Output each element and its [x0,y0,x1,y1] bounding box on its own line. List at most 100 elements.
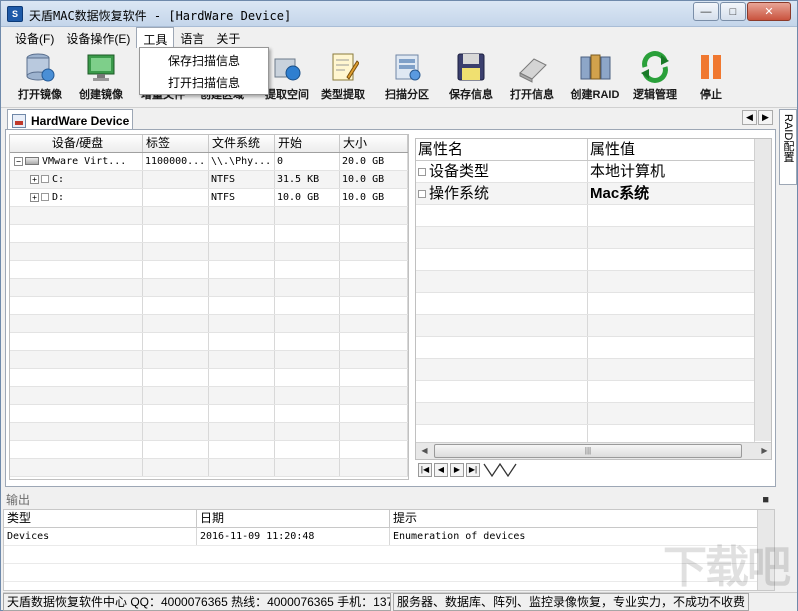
menu-tools[interactable]: 工具 [136,27,175,48]
device-name-cell: − VMware Virt... [10,153,143,170]
output-grid: 类型 日期 提示 Devices 2016-11-09 11:20:48 Enu… [3,509,775,591]
raid-icon [579,51,611,83]
empty-row [416,249,771,271]
empty-row [10,315,408,333]
property-row[interactable]: 设备类型 本地计算机 [416,161,771,183]
property-name-cell: 设备类型 [416,161,588,182]
expand-icon[interactable]: + [30,174,39,184]
scroll-left-icon[interactable]: ◀ [416,443,433,459]
hard-disk-icon [25,157,39,165]
property-vscroll[interactable] [754,139,771,441]
title-bar[interactable]: S 天盾MAC数据恢复软件 - [HardWare Device] — □ ✕ [1,1,797,27]
stop-button[interactable]: 停止 [682,51,740,105]
partition-fs: NTFS [209,171,275,188]
empty-row [10,369,408,387]
menu-about[interactable]: 关于 [210,27,246,48]
record-navigator: |◀ ◀ ▶ ▶| [418,461,518,479]
tab-raid-config[interactable]: RAID配置 [779,109,797,185]
next-record-button[interactable]: ▶ [450,463,464,477]
device-tab-icon [12,113,26,128]
partition-row[interactable]: + C: NTFS 31.5 KB 10.0 GB [10,171,408,189]
save-info-button[interactable]: 保存信息 [442,51,500,105]
property-hscroll[interactable]: ◀ ||| ▶ [416,442,771,459]
open-drive-icon [516,51,548,83]
partition-icon [41,193,49,201]
device-row[interactable]: − VMware Virt... 1100000... \\.\Phy... 0 … [10,153,408,171]
partition-name: D: [52,192,65,203]
minimize-icon: — [700,5,712,18]
partition-label [143,189,209,206]
window-controls: — □ ✕ [692,2,791,21]
menu-device[interactable]: 设备(F) [9,27,60,48]
menu-bar: 设备(F) 设备操作(E) 工具 语言 关于 [1,27,797,48]
partition-size: 10.0 GB [340,171,408,188]
partition-row[interactable]: + D: NTFS 10.0 GB 10.0 GB [10,189,408,207]
partition-size: 10.0 GB [340,189,408,206]
prev-icon: ◀ [437,465,445,474]
first-record-button[interactable]: |◀ [418,463,432,477]
partition-start: 31.5 KB [275,171,340,188]
open-info-button[interactable]: 打开信息 [503,51,561,105]
menu-open-scan-info[interactable]: 打开扫描信息 [140,72,268,94]
scroll-right-icon[interactable]: ▶ [756,443,771,459]
output-row[interactable]: Devices 2016-11-09 11:20:48 Enumeration … [4,528,774,546]
col-start[interactable]: 开始 [275,135,340,152]
create-raid-button[interactable]: 创建RAID [566,51,624,105]
partition-start: 10.0 GB [275,189,340,206]
empty-row [10,207,408,225]
type-extract-button[interactable]: 类型提取 [314,51,372,105]
scroll-thumb[interactable]: ||| [434,444,742,458]
tab-prev-button[interactable]: ◀ [742,110,757,125]
minimize-button[interactable]: — [693,2,719,21]
toolbar: 打开镜像 创建镜像 增量文件 创建区域 提取空间 类型提取 扫描分区 保存信息 … [1,48,797,108]
maximize-button[interactable]: □ [720,2,746,21]
sheet-tabs-icon[interactable] [482,462,518,478]
chevron-right-icon: ▶ [762,112,769,122]
property-icon [418,168,426,177]
menu-save-scan-info[interactable]: 保存扫描信息 [140,50,268,72]
scan-disk-icon [391,51,423,83]
disk-search-icon [271,51,303,83]
col-filesystem[interactable]: 文件系统 [209,135,275,152]
collapse-icon[interactable]: − [14,156,23,166]
empty-row [416,293,771,315]
col-hint[interactable]: 提示 [390,510,758,527]
scan-partition-button[interactable]: 扫描分区 [378,51,436,105]
empty-row [10,333,408,351]
tab-hardware-device-label: HardWare Device [31,113,130,128]
partition-name-cell: + D: [10,189,143,206]
empty-row [416,227,771,249]
empty-row [10,261,408,279]
prev-record-button[interactable]: ◀ [434,463,448,477]
output-date: 2016-11-09 11:20:48 [197,528,390,545]
col-label[interactable]: 标签 [143,135,209,152]
recycle-icon [639,51,671,83]
col-date[interactable]: 日期 [197,510,390,527]
close-button[interactable]: ✕ [747,2,791,21]
create-image-button[interactable]: 创建镜像 [72,51,130,105]
empty-row [416,403,771,425]
status-contact: 天盾数据恢复软件中心 QQ：4000076365 热线：4000076365 手… [3,593,391,611]
col-device[interactable]: 设备/硬盘 [10,135,143,152]
col-property-value[interactable]: 属性值 [588,139,755,160]
col-size[interactable]: 大小 [340,135,408,152]
empty-row [10,243,408,261]
col-type[interactable]: 类型 [4,510,197,527]
col-property-name[interactable]: 属性名 [416,139,588,160]
menu-device-ops[interactable]: 设备操作(E) [60,27,136,48]
tab-hardware-device[interactable]: HardWare Device [7,109,133,131]
first-icon: |◀ [420,465,430,474]
output-grid-header: 类型 日期 提示 [4,510,774,528]
document-pen-icon [327,51,360,83]
expand-icon[interactable]: + [30,192,39,202]
menu-language[interactable]: 语言 [174,27,210,48]
logical-manage-button[interactable]: 逻辑管理 [626,51,684,105]
tab-next-button[interactable]: ▶ [758,110,773,125]
open-image-button[interactable]: 打开镜像 [11,51,69,105]
property-row[interactable]: 操作系统 Mac系统 [416,183,771,205]
pin-icon[interactable]: ■ [762,494,769,506]
last-record-button[interactable]: ▶| [466,463,480,477]
create-raid-label: 创建RAID [570,89,620,101]
chevron-left-icon: ◀ [746,112,753,122]
app-window: S 天盾MAC数据恢复软件 - [HardWare Device] — □ ✕ … [0,0,798,611]
